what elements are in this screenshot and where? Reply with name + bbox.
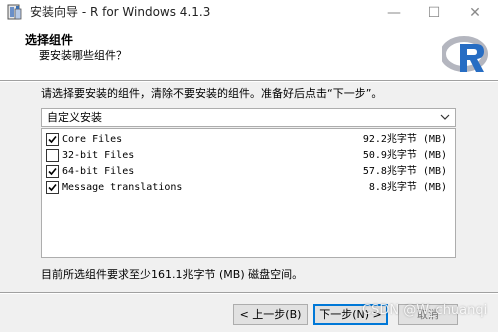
component-name: Core Files [62, 134, 123, 145]
minimize-button[interactable]: — [374, 0, 414, 25]
install-type-value: 自定义安装 [47, 111, 102, 124]
component-row[interactable]: Core Files 92.2兆字节 (MB) [42, 131, 455, 147]
checkmark-icon [48, 167, 57, 176]
instruction-text: 请选择要安装的组件，清除不要安装的组件。准备好后点击“下一步”。 [41, 87, 383, 100]
checkmark-icon [48, 183, 57, 192]
checkbox-64bit-files[interactable] [46, 165, 59, 178]
checkbox-core-files[interactable] [46, 133, 59, 146]
checkbox-32bit-files[interactable] [46, 149, 59, 162]
component-size: 92.2兆字节 (MB) [362, 134, 447, 145]
component-name: 64-bit Files [62, 166, 135, 177]
component-size: 50.9兆字节 (MB) [362, 150, 447, 161]
space-required-text: 目前所选组件要求至少161.1兆字节 (MB) 磁盘空间。 [41, 268, 304, 281]
checkmark-icon [48, 135, 57, 144]
component-row[interactable]: 32-bit Files 50.9兆字节 (MB) [42, 147, 455, 163]
component-list[interactable]: Core Files 92.2兆字节 (MB) 32-bit Files 50.… [41, 128, 456, 258]
chevron-down-icon [440, 114, 450, 120]
component-size: 57.8兆字节 (MB) [362, 166, 447, 177]
wizard-body: 请选择要安装的组件，清除不要安装的组件。准备好后点击“下一步”。 自定义安装 C… [0, 82, 498, 292]
title-bar: 安装向导 - R for Windows 4.1.3 — ☐ ✕ [0, 0, 498, 25]
component-row[interactable]: 64-bit Files 57.8兆字节 (MB) [42, 163, 455, 179]
close-button[interactable]: ✕ [455, 0, 495, 25]
page-title: 选择组件 [25, 33, 74, 47]
component-size: 8.8兆字节 (MB) [368, 182, 447, 193]
maximize-button[interactable]: ☐ [414, 0, 454, 25]
component-name: Message translations [62, 182, 183, 193]
checkbox-message-translations[interactable] [46, 181, 59, 194]
installer-icon [7, 4, 22, 20]
component-name: 32-bit Files [62, 150, 135, 161]
window-title: 安装向导 - R for Windows 4.1.3 [30, 5, 211, 19]
component-row[interactable]: Message translations 8.8兆字节 (MB) [42, 179, 455, 195]
back-button[interactable]: < 上一步(B) [233, 304, 308, 325]
r-logo [442, 36, 488, 72]
watermark-text: CSDN @W_chuanqi [362, 303, 488, 318]
install-type-dropdown[interactable]: 自定义安装 [41, 108, 456, 127]
wizard-header: 选择组件 要安装哪些组件？ [0, 25, 498, 80]
page-subtitle: 要安装哪些组件？ [39, 49, 127, 62]
